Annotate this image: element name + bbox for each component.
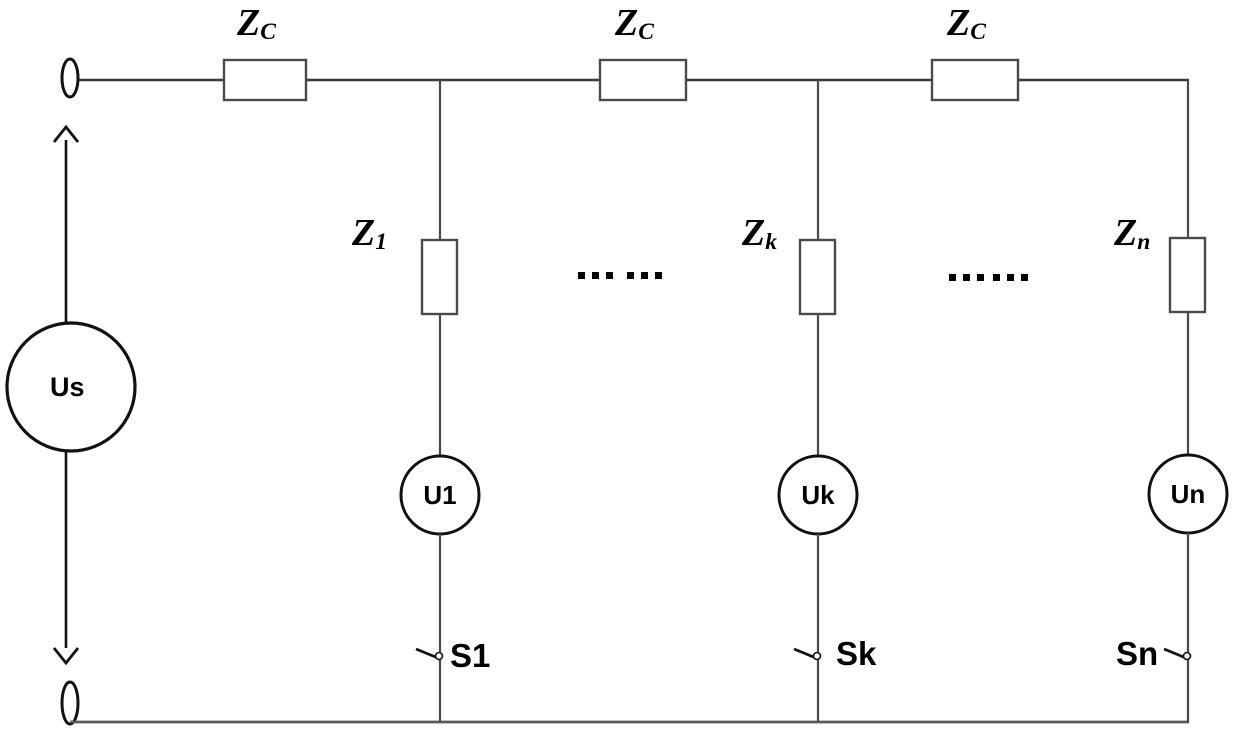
branch-3-switch-pivot[interactable] — [1182, 651, 1192, 661]
series-impedance-box-3 — [930, 58, 1020, 102]
branch-3-impedance-label-base: Z — [1114, 212, 1138, 254]
source-arrow-down-head — [52, 647, 80, 666]
branch-1-switch-pivot[interactable] — [434, 651, 444, 661]
ellipsis-group-1 — [578, 272, 662, 279]
ellipsis-dot — [977, 274, 984, 281]
ellipsis-2-part-b — [993, 274, 1028, 281]
branch-2-switch-blade — [793, 647, 817, 660]
source-arrow-up-head — [52, 124, 80, 143]
ellipsis-dot — [1007, 274, 1014, 281]
branch-1-switch-label: S1 — [450, 637, 491, 674]
branch-2-switch-label: Sk — [836, 635, 877, 672]
ellipsis-1-part-b — [627, 272, 662, 279]
branch-1-meter-label: U1 — [423, 480, 457, 510]
series-impedance-label-2-sub: C — [638, 19, 654, 46]
series-impedance-label-2-base: Z — [615, 2, 639, 44]
branch-3-impedance-box — [1168, 236, 1207, 314]
branch-3-switch-blade — [1163, 647, 1187, 660]
circuit-schematic — [5, 57, 1229, 726]
series-impedance-label-2: ZC — [615, 4, 654, 45]
series-impedance-label-1: ZC — [237, 4, 276, 45]
branch-1-impedance-label-sub: 1 — [375, 229, 387, 256]
voltage-source-label: Us — [50, 372, 85, 402]
ellipsis-dot — [578, 272, 585, 279]
series-impedance-box-2 — [598, 58, 688, 102]
branch-2-meter-label: Uk — [801, 480, 835, 510]
circuit-diagram-canvas: ZC ZC ZC Z1 Zk Zn Us U1 Uk Un S1 Sk Sn — [0, 0, 1240, 733]
series-impedance-label-3-sub: C — [970, 19, 986, 46]
top-terminal — [60, 57, 80, 99]
ellipsis-dot — [606, 272, 613, 279]
ellipsis-1-part-a — [578, 272, 613, 279]
ellipsis-dot — [963, 274, 970, 281]
branch-3-impedance-label: Zn — [1114, 214, 1150, 255]
ellipsis-dot — [993, 274, 1000, 281]
branch-1-impedance-label-base: Z — [352, 212, 376, 254]
series-impedance-box-1 — [222, 58, 308, 102]
ellipsis-dot — [1021, 274, 1028, 281]
ellipsis-dot — [949, 274, 956, 281]
branch-2-impedance-label: Zk — [742, 214, 777, 255]
branch-1-impedance-label: Z1 — [352, 214, 387, 255]
ellipsis-dot — [641, 272, 648, 279]
branch-1-switch-blade — [415, 647, 439, 660]
ellipsis-dot — [655, 272, 662, 279]
series-impedance-label-3-base: Z — [947, 2, 971, 44]
branch-2-switch-pivot[interactable] — [812, 651, 822, 661]
branch-3-meter-label: Un — [1170, 479, 1206, 509]
ellipsis-dot — [592, 272, 599, 279]
branch-1-impedance-box — [420, 238, 459, 316]
ellipsis-group-2 — [949, 274, 1028, 281]
bottom-terminal — [60, 680, 80, 726]
series-impedance-label-1-base: Z — [237, 2, 261, 44]
series-impedance-label-3: ZC — [947, 4, 986, 45]
branch-3-impedance-label-sub: n — [1137, 229, 1151, 256]
ellipsis-2-part-a — [949, 274, 984, 281]
series-impedance-label-1-sub: C — [260, 19, 276, 46]
branch-2-impedance-label-base: Z — [742, 212, 766, 254]
ellipsis-dot — [627, 272, 634, 279]
branch-2-impedance-box — [798, 238, 837, 316]
branch-3-switch-label: Sn — [1116, 635, 1159, 672]
branch-2-impedance-label-sub: k — [765, 229, 777, 256]
